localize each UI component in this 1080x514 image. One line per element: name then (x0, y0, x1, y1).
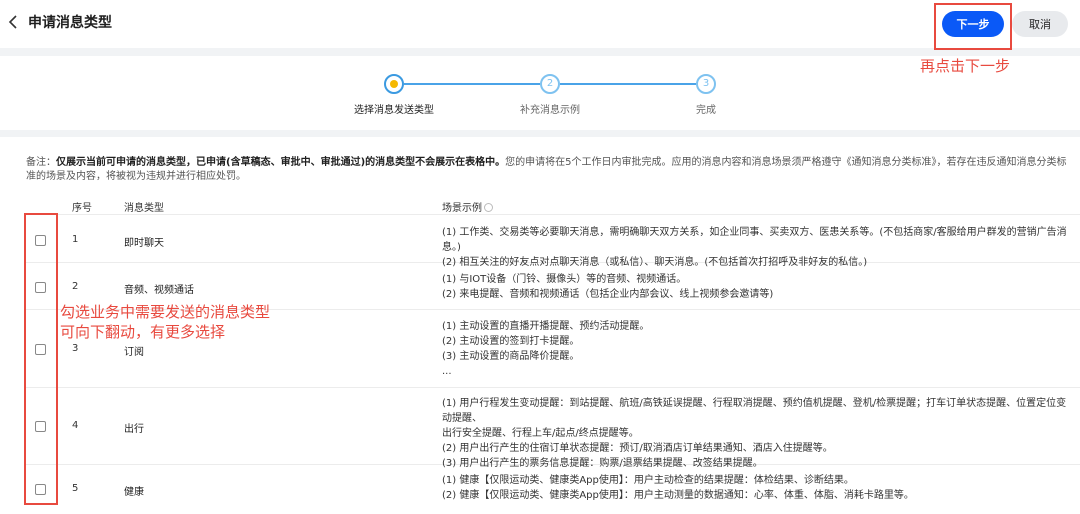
active-step-dot-icon (390, 80, 398, 88)
checkbox-annotation-line: 可向下翻动，有更多选择 (60, 323, 226, 341)
example-line: (2) 用户出行产生的住宿订单状态提醒：预订/取消酒店订单结果通知、酒店入住提醒… (442, 443, 833, 454)
row-type: 健康 (124, 487, 144, 498)
table-header: 序号 消息类型 场景示例 (26, 195, 1080, 215)
step-3-circle: 3 (696, 74, 716, 94)
column-seq: 序号 (72, 203, 92, 214)
row-checkbox[interactable] (35, 421, 46, 432)
row-checkbox[interactable] (35, 282, 46, 293)
row-checkbox[interactable] (35, 344, 46, 355)
example-line: ... (442, 366, 452, 377)
next-step-button[interactable]: 下一步 (942, 11, 1004, 37)
row-seq: 3 (72, 343, 79, 354)
row-checkbox[interactable] (35, 484, 46, 495)
next-step-annotation: 再点击下一步 (920, 57, 1011, 75)
row-example: (1) 与IOT设备（门铃、摄像头）等的音频、视频通话。 (2) 来电提醒、音频… (442, 272, 1072, 302)
row-type: 出行 (124, 424, 144, 435)
table-row: 4 出行 (1) 用户行程发生变动提醒：到站提醒、航班/高铁延误提醒、行程取消提… (26, 389, 1080, 469)
row-seq: 4 (72, 420, 79, 431)
example-line: (1) 工作类、交易类等必要聊天消息，需明确聊天双方关系，如企业同事、买卖双方、… (442, 227, 1067, 253)
column-type: 消息类型 (124, 203, 164, 214)
step-2-label: 补充消息示例 (520, 105, 580, 116)
example-line: (1) 与IOT设备（门铃、摄像头）等的音频、视频通话。 (442, 274, 687, 285)
step-connector (404, 83, 540, 85)
example-line: (2) 来电提醒、音频和视频通话（包括企业内部会议、线上视频参会邀请等) (442, 289, 774, 300)
page-header: 申请消息类型 下一步 取消 (0, 0, 1080, 48)
remark-note: 备注：仅展示当前可申请的消息类型，已申请(含草稿态、审批中、审批通过)的消息类型… (26, 156, 1070, 184)
checkbox-annotation-line: 勾选业务中需要发送的消息类型 (60, 303, 271, 321)
step-indicator: 2 3 选择消息发送类型 补充消息示例 完成 (0, 56, 1080, 130)
checkbox-annotation: 勾选业务中需要发送的消息类型 可向下翻动，有更多选择 (60, 302, 270, 342)
column-example-label: 场景示例 (442, 203, 482, 214)
row-type: 订阅 (124, 347, 144, 358)
info-icon[interactable] (484, 203, 493, 212)
row-seq: 1 (72, 234, 79, 245)
back-chevron-icon[interactable] (6, 12, 22, 32)
example-line: (2) 主动设置的签到打卡提醒。 (442, 336, 580, 347)
row-example: (1) 用户行程发生变动提醒：到站提醒、航班/高铁延误提醒、行程取消提醒、预约值… (442, 396, 1072, 471)
row-checkbox[interactable] (35, 235, 46, 246)
row-seq: 5 (72, 483, 79, 494)
example-line: (1) 健康【仅限运动类、健康类App使用】：用户主动检查的结果提醒：体检结果、… (442, 475, 854, 486)
row-example: (1) 健康【仅限运动类、健康类App使用】：用户主动检查的结果提醒：体检结果、… (442, 473, 1072, 503)
step-connector (560, 83, 696, 85)
row-type: 音频、视频通话 (124, 285, 194, 296)
example-line: (1) 主动设置的直播开播提醒、预约活动提醒。 (442, 321, 650, 332)
note-bold-text: 仅展示当前可申请的消息类型，已申请(含草稿态、审批中、审批通过)的消息类型不会展… (56, 157, 506, 168)
note-prefix: 备注： (26, 157, 56, 168)
example-line: (1) 用户行程发生变动提醒：到站提醒、航班/高铁延误提醒、行程取消提醒、预约值… (442, 398, 1067, 424)
row-example: (1) 主动设置的直播开播提醒、预约活动提醒。 (2) 主动设置的签到打卡提醒。… (442, 319, 1072, 379)
row-seq: 2 (72, 281, 79, 292)
step-2-circle: 2 (540, 74, 560, 94)
step-1-label: 选择消息发送类型 (354, 105, 434, 116)
example-line: (3) 主动设置的商品降价提醒。 (442, 351, 580, 362)
row-type: 即时聊天 (124, 238, 164, 249)
example-line: (2) 健康【仅限运动类、健康类App使用】：用户主动测量的数据通知：心率、体重… (442, 490, 914, 501)
example-line: 出行安全提醒、行程上车/起点/终点提醒等。 (442, 428, 639, 439)
column-example: 场景示例 (442, 199, 493, 214)
page-title: 申请消息类型 (28, 15, 112, 31)
step-1-circle (384, 74, 404, 94)
table-row: 1 即时聊天 (1) 工作类、交易类等必要聊天消息，需明确聊天双方关系，如企业同… (26, 217, 1080, 268)
table-row: 5 健康 (1) 健康【仅限运动类、健康类App使用】：用户主动检查的结果提醒：… (26, 466, 1080, 514)
cancel-button[interactable]: 取消 (1012, 11, 1068, 37)
step-3-label: 完成 (696, 105, 716, 116)
